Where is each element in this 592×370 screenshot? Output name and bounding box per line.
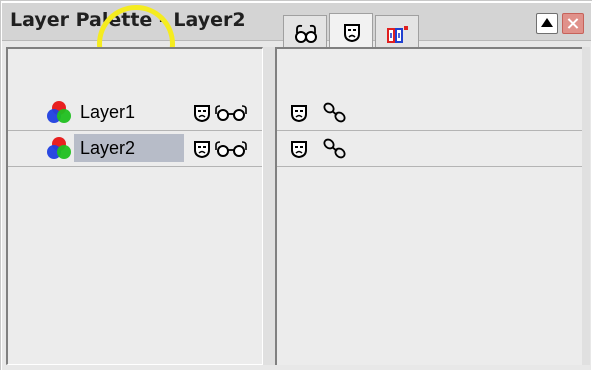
layer-name[interactable]: Layer1 xyxy=(74,98,184,126)
mask-icon[interactable] xyxy=(289,139,309,159)
glasses-icon[interactable] xyxy=(214,141,248,157)
layer-row-layer2[interactable]: Layer2 xyxy=(8,131,262,167)
layer-name[interactable]: Layer2 xyxy=(74,134,184,162)
layer-props-row-layer1[interactable] xyxy=(277,95,582,131)
link-chain-icon[interactable] xyxy=(321,137,349,161)
rgb-layer-icon xyxy=(47,101,71,123)
mask-icon[interactable] xyxy=(192,139,212,159)
link-chain-icon[interactable] xyxy=(321,101,349,125)
layer-props-row-layer2[interactable] xyxy=(277,131,582,167)
close-icon[interactable] xyxy=(562,13,584,34)
rgb-layer-icon xyxy=(47,137,71,159)
blend-icon xyxy=(387,26,408,43)
layer-row-layer1[interactable]: Layer1 xyxy=(8,95,262,131)
tab-visibility[interactable] xyxy=(283,15,327,51)
tab-blend[interactable] xyxy=(375,15,419,51)
layer-palette-window: Layer Palette - Layer2 Layer1 Layer2 xyxy=(0,0,592,370)
tab-mask[interactable] xyxy=(329,13,373,51)
glasses-icon[interactable] xyxy=(214,105,248,121)
pane-divider[interactable] xyxy=(263,47,275,365)
minimize-icon[interactable] xyxy=(536,13,558,34)
glasses-icon xyxy=(295,24,317,43)
mask-icon xyxy=(344,24,360,43)
mask-icon[interactable] xyxy=(192,103,212,123)
window-edge xyxy=(582,47,590,365)
mask-icon[interactable] xyxy=(289,103,309,123)
